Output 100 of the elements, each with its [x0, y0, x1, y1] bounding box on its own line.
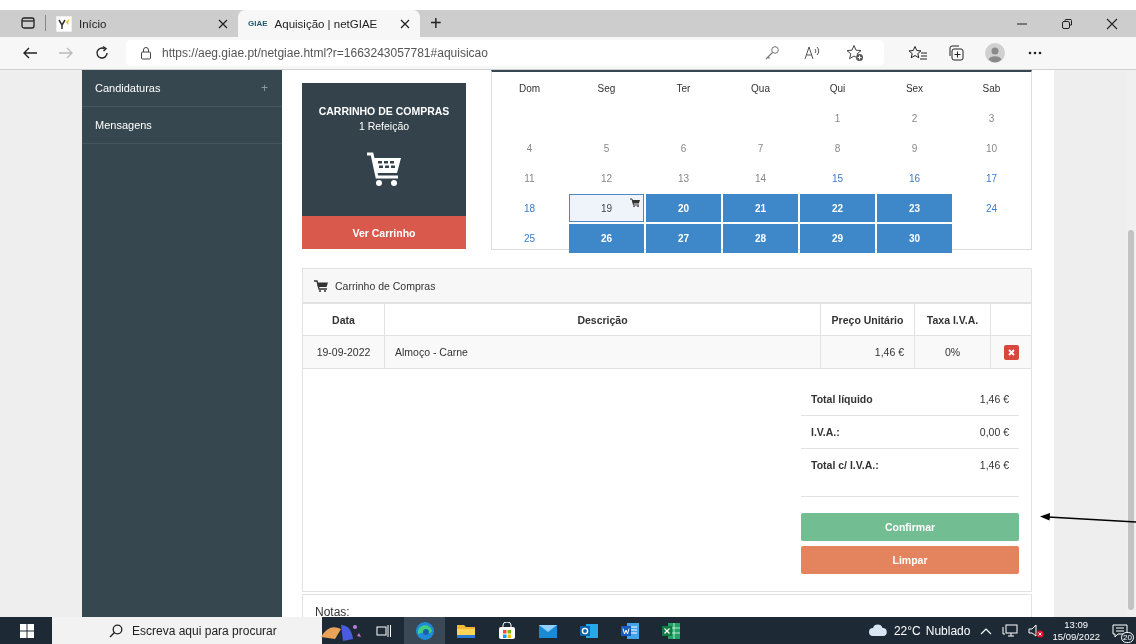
- lock-icon: [140, 46, 152, 60]
- table-cell: 1,46 €: [820, 335, 915, 369]
- remove-button[interactable]: [1003, 344, 1019, 360]
- favicon-text: GIAE: [248, 19, 268, 28]
- view-cart-button[interactable]: Ver Carrinho: [302, 216, 466, 249]
- close-icon[interactable]: [218, 18, 228, 29]
- calendar-day: 9: [877, 134, 952, 162]
- weekday-label: Qua: [750, 81, 771, 96]
- close-icon[interactable]: [400, 18, 410, 29]
- clock-date[interactable]: 15/09/2022: [1052, 630, 1100, 643]
- sidebar-item[interactable]: Candidaturas +: [82, 70, 282, 107]
- column-header: Taxa I.V.A.: [914, 303, 991, 336]
- calendar-day[interactable]: 29: [800, 224, 875, 253]
- weekday-label: Qui: [828, 81, 847, 96]
- browser-tab[interactable]: Início: [56, 10, 238, 37]
- calendar-day[interactable]: 21: [723, 194, 798, 222]
- total-label: Total c/ I.V.A.:: [811, 459, 879, 471]
- column-header: Descrição: [384, 303, 821, 336]
- url-text: https://aeg.giae.pt/netgiae.html?r=1663243057781#aquisicao: [162, 46, 488, 60]
- calendar-day[interactable]: 24: [954, 194, 1029, 222]
- cart-icon: [314, 279, 328, 292]
- calendar-day[interactable]: 22: [800, 194, 875, 222]
- cloud-icon[interactable]: [867, 624, 888, 637]
- column-header: Preço Unitário: [820, 303, 915, 336]
- outlook-icon: [578, 621, 599, 640]
- calendar-day[interactable]: 28: [723, 224, 798, 253]
- collections-icon[interactable]: [947, 44, 965, 62]
- search-icon: [109, 623, 123, 638]
- table-cell: 19-09-2022: [303, 335, 385, 369]
- weekday-label: Ter: [675, 81, 692, 96]
- calendar-day: 3: [954, 104, 1029, 132]
- search-field[interactable]: Escreva aqui para procurar: [52, 617, 322, 644]
- task-view-icon: [375, 623, 392, 638]
- browser-tab[interactable]: GIAE Aquisição | netGIAE: [238, 10, 420, 37]
- document-icon: [619, 621, 640, 640]
- address-bar[interactable]: https://aeg.giae.pt/netgiae.html?r=1663243057781#aquisicao: [126, 40, 884, 66]
- meal-count: 1 Refeição: [358, 120, 410, 132]
- calendar-day: 5: [569, 134, 644, 162]
- close-icon: [1007, 348, 1015, 356]
- store-icon: [497, 621, 516, 640]
- network-icon[interactable]: [1002, 623, 1019, 638]
- calendar-day[interactable]: 20: [646, 194, 721, 222]
- expand-icon[interactable]: +: [261, 81, 268, 95]
- cart-icon: [366, 151, 402, 187]
- notes-label: Notas:: [315, 605, 350, 617]
- favicon-icon: [56, 15, 72, 32]
- calendar-day: 13: [646, 164, 721, 192]
- mail-icon: [537, 622, 558, 639]
- weekday-label: Sab: [981, 81, 1002, 96]
- calendar-day: 12: [569, 164, 644, 192]
- sidebar-item[interactable]: Mensagens: [82, 107, 282, 144]
- total-label: I.V.A.:: [811, 426, 840, 438]
- calendar-day: 4: [492, 134, 567, 162]
- star-add-icon[interactable]: [846, 44, 864, 62]
- calendar-day[interactable]: 23: [877, 194, 952, 222]
- calendar-day[interactable]: 25: [492, 224, 567, 253]
- temperature[interactable]: 22°C: [893, 623, 921, 638]
- total-label: Total líquido: [811, 393, 873, 405]
- more-icon[interactable]: [1028, 51, 1042, 55]
- refresh-icon[interactable]: [94, 45, 110, 61]
- weather-label[interactable]: Nublado: [925, 623, 971, 638]
- cart-title: CARRINHO DE COMPRAS: [318, 105, 450, 117]
- calendar-day: 1: [800, 104, 875, 132]
- key-icon[interactable]: [764, 45, 780, 61]
- favorites-icon[interactable]: [908, 45, 928, 61]
- weekday-label: Sex: [904, 81, 925, 96]
- calendar-day[interactable]: 16: [877, 164, 952, 192]
- calendar-day[interactable]: 17: [954, 164, 1029, 192]
- start-icon[interactable]: [20, 623, 34, 638]
- new-tab-button[interactable]: +: [430, 10, 442, 37]
- notifications-button[interactable]: 20: [1108, 618, 1132, 643]
- spreadsheet-icon: [660, 621, 681, 640]
- total-value: 1,46 €: [979, 459, 1009, 471]
- table-cell: Almoço - Carne: [384, 335, 821, 369]
- clock-time[interactable]: 13:09: [1064, 618, 1089, 631]
- calendar-day[interactable]: 30: [877, 224, 952, 253]
- read-aloud-icon[interactable]: [804, 45, 822, 61]
- calendar-day[interactable]: 18: [492, 194, 567, 222]
- tab-actions-icon[interactable]: [21, 17, 35, 29]
- calendar-day: 14: [723, 164, 798, 192]
- notification-count: 20: [1121, 631, 1134, 643]
- total-value: 0,00 €: [979, 426, 1009, 438]
- restore-icon[interactable]: [1061, 17, 1073, 30]
- calendar-day[interactable]: 27: [646, 224, 721, 253]
- profile-icon[interactable]: [985, 43, 1005, 63]
- chevron-up-icon[interactable]: [980, 626, 993, 635]
- clear-button[interactable]: Limpar: [801, 546, 1019, 574]
- cart-icon: [630, 198, 640, 207]
- weekday-label: Seg: [596, 81, 617, 96]
- calendar-day: 2: [877, 104, 952, 132]
- close-icon[interactable]: [1106, 17, 1118, 30]
- back-icon[interactable]: [22, 46, 38, 60]
- calendar-day[interactable]: 19: [569, 194, 644, 222]
- calendar-day: 8: [800, 134, 875, 162]
- scroll-thumb[interactable]: [1128, 230, 1134, 610]
- calendar-day: 7: [723, 134, 798, 162]
- weekday-label: Dom: [517, 81, 542, 96]
- calendar-day[interactable]: 26: [569, 224, 644, 253]
- volume-muted-icon[interactable]: [1028, 623, 1045, 638]
- calendar-day[interactable]: 15: [800, 164, 875, 192]
